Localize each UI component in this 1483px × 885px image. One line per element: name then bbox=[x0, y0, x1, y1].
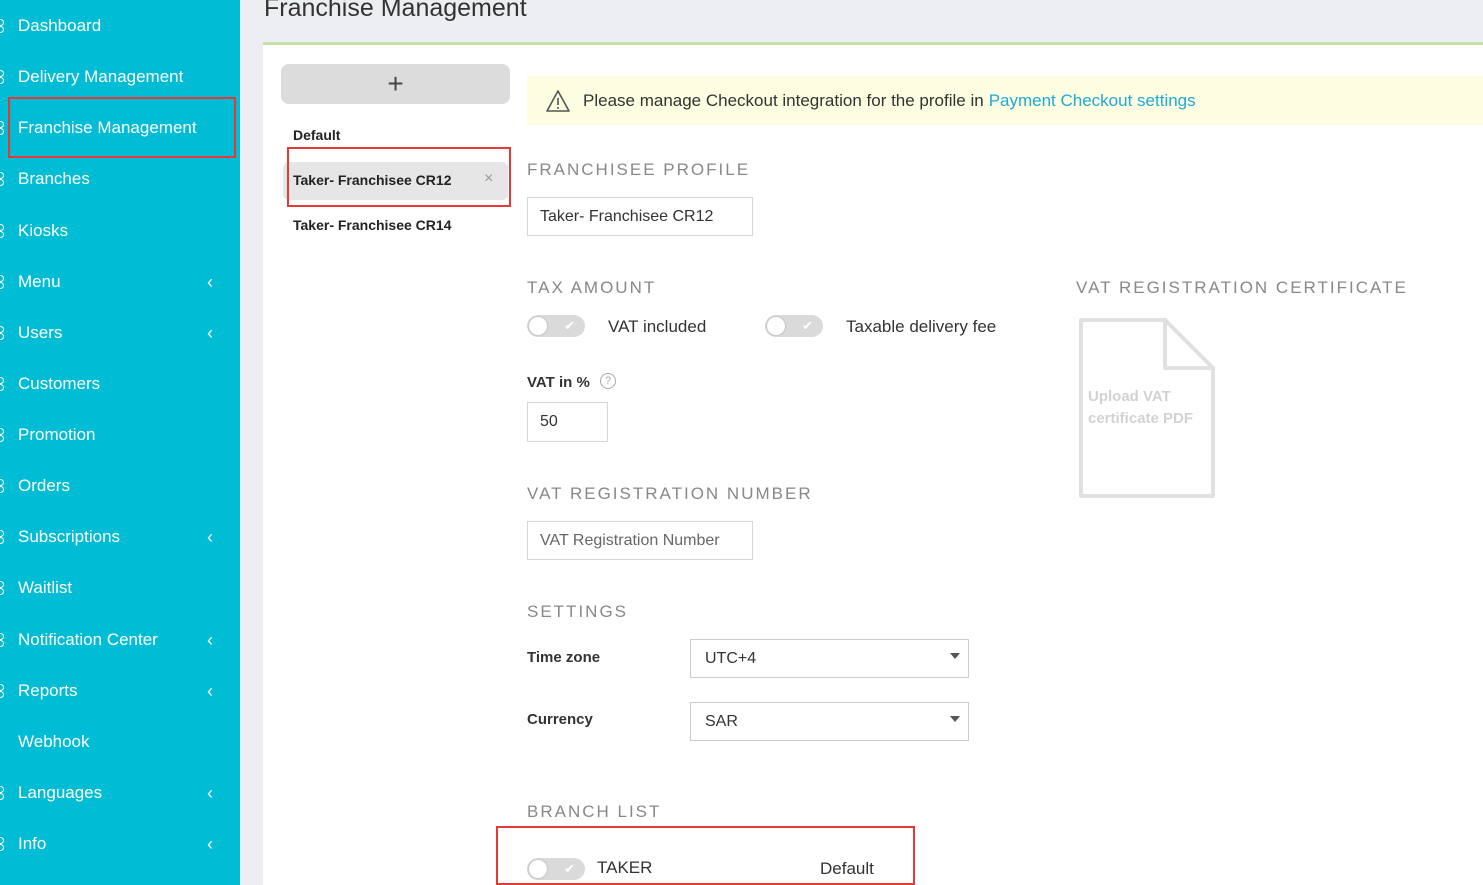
franchisee-profile-input[interactable]: Taker- Franchisee CR12 bbox=[527, 197, 753, 236]
section-heading-franchisee-profile: FRANCHISEE PROFILE bbox=[527, 160, 751, 179]
menu-bullet-icon bbox=[0, 530, 5, 544]
vat-registration-number-input[interactable]: VAT Registration Number bbox=[527, 521, 753, 560]
toggle-knob bbox=[767, 317, 785, 335]
vat-included-label: VAT included bbox=[608, 317, 707, 336]
currency-label: Currency bbox=[527, 711, 593, 728]
caret-down-icon bbox=[950, 716, 960, 722]
sidebar-item-kiosks[interactable]: Kiosks bbox=[0, 211, 240, 251]
upload-vat-certificate-text: Upload VAT certificate PDF bbox=[1088, 388, 1194, 427]
sidebar-item-reports[interactable]: Reports ‹ bbox=[0, 671, 240, 711]
menu-bullet-icon bbox=[0, 684, 5, 698]
taxable-delivery-fee-toggle[interactable]: ✔ bbox=[765, 315, 823, 337]
sidebar-item-promotion[interactable]: Promotion bbox=[0, 415, 240, 455]
sidebar-item-info[interactable]: Info ‹ bbox=[0, 824, 240, 864]
vat-included-toggle[interactable]: ✔ bbox=[527, 315, 585, 337]
add-profile-button[interactable]: + bbox=[281, 64, 510, 104]
sidebar-item-orders[interactable]: Orders bbox=[0, 466, 240, 506]
section-heading-tax-amount: TAX AMOUNT bbox=[527, 278, 657, 297]
sidebar-item-label: Webhook bbox=[18, 732, 90, 751]
chevron-left-icon: ‹ bbox=[207, 526, 213, 547]
payment-checkout-settings-link[interactable]: Payment Checkout settings bbox=[989, 91, 1196, 111]
menu-bullet-icon bbox=[0, 19, 5, 33]
check-icon: ✔ bbox=[564, 318, 575, 333]
sidebar-item-label: Languages bbox=[18, 783, 103, 802]
sidebar-item-label: Info bbox=[18, 834, 47, 853]
section-heading-branch-list: BRANCH LIST bbox=[527, 802, 662, 821]
timezone-select[interactable]: UTC+4 bbox=[690, 639, 969, 678]
sidebar-item-label: Notification Center bbox=[18, 630, 158, 649]
sidebar-item-waitlist[interactable]: Waitlist bbox=[0, 568, 240, 608]
sidebar-item-label: Orders bbox=[18, 476, 70, 495]
section-heading-vat-number: VAT REGISTRATION NUMBER bbox=[527, 484, 813, 503]
sidebar-item-branches[interactable]: Branches bbox=[0, 159, 240, 199]
page-title: Franchise Management bbox=[264, 0, 527, 22]
vat-percent-label: VAT in % bbox=[527, 374, 590, 391]
check-icon: ✔ bbox=[802, 318, 813, 333]
sidebar-item-label: Dashboard bbox=[18, 16, 102, 35]
menu-bullet-icon bbox=[0, 837, 5, 851]
menu-bullet-icon bbox=[0, 479, 5, 493]
vat-percent-input[interactable]: 50 bbox=[527, 402, 608, 442]
chevron-left-icon: ‹ bbox=[207, 629, 213, 650]
sidebar: Dashboard Delivery Management Franchise … bbox=[0, 0, 240, 885]
section-heading-settings: SETTINGS bbox=[527, 602, 629, 621]
currency-select[interactable]: SAR bbox=[690, 702, 969, 741]
caret-down-icon bbox=[950, 653, 960, 659]
sidebar-item-customers[interactable]: Customers bbox=[0, 364, 240, 404]
highlight-box bbox=[8, 97, 236, 158]
sidebar-item-label: Waitlist bbox=[18, 578, 73, 597]
menu-bullet-icon bbox=[0, 70, 5, 84]
sidebar-item-label: Menu bbox=[18, 272, 61, 291]
warning-icon bbox=[546, 89, 570, 112]
menu-bullet-icon bbox=[0, 428, 5, 442]
sidebar-item-label: Subscriptions bbox=[18, 527, 121, 546]
notice-text: Please manage Checkout integration for t… bbox=[583, 90, 984, 110]
menu-bullet-icon bbox=[0, 377, 5, 391]
highlight-box bbox=[496, 826, 915, 885]
profile-item-default[interactable]: Default bbox=[293, 127, 340, 143]
profile-item-cr14[interactable]: Taker- Franchisee CR14 bbox=[293, 217, 451, 233]
menu-bullet-icon bbox=[0, 224, 5, 238]
sidebar-item-users[interactable]: Users ‹ bbox=[0, 313, 240, 353]
chevron-left-icon: ‹ bbox=[207, 833, 213, 854]
chevron-left-icon: ‹ bbox=[207, 322, 213, 343]
highlight-box bbox=[287, 147, 511, 207]
menu-bullet-icon bbox=[0, 326, 5, 340]
menu-bullet-icon bbox=[0, 581, 5, 595]
checkout-notice: Please manage Checkout integration for t… bbox=[527, 76, 1483, 125]
timezone-value: UTC+4 bbox=[705, 649, 757, 667]
chevron-left-icon: ‹ bbox=[207, 680, 213, 701]
sidebar-item-label: Delivery Management bbox=[18, 67, 184, 86]
sidebar-item-delivery-management[interactable]: Delivery Management bbox=[0, 57, 240, 97]
main-area: Franchise Management bbox=[240, 0, 1483, 885]
sidebar-item-label: Users bbox=[18, 323, 63, 342]
menu-bullet-icon bbox=[0, 275, 5, 289]
sidebar-item-languages[interactable]: Languages ‹ bbox=[0, 773, 240, 813]
sidebar-item-dashboard[interactable]: Dashboard bbox=[0, 6, 240, 46]
menu-bullet-icon bbox=[0, 786, 5, 800]
sidebar-item-notification-center[interactable]: Notification Center ‹ bbox=[0, 620, 240, 660]
sidebar-item-label: Promotion bbox=[18, 425, 96, 444]
help-icon[interactable]: ? bbox=[600, 373, 616, 389]
menu-bullet-icon bbox=[0, 121, 5, 135]
sidebar-item-label: Reports bbox=[18, 681, 78, 700]
chevron-left-icon: ‹ bbox=[207, 271, 213, 292]
menu-bullet-icon bbox=[0, 172, 5, 186]
currency-value: SAR bbox=[705, 712, 738, 730]
sidebar-item-subscriptions[interactable]: Subscriptions ‹ bbox=[0, 517, 240, 557]
menu-bullet-icon bbox=[0, 633, 5, 647]
chevron-left-icon: ‹ bbox=[207, 782, 213, 803]
sidebar-item-webhook[interactable]: Webhook bbox=[0, 722, 240, 762]
sidebar-item-menu[interactable]: Menu ‹ bbox=[0, 262, 240, 302]
sidebar-item-label: Kiosks bbox=[18, 221, 69, 240]
sidebar-item-label: Branches bbox=[18, 169, 90, 188]
sidebar-item-label: Customers bbox=[18, 374, 101, 393]
section-heading-vat-certificate: VAT REGISTRATION CERTIFICATE bbox=[1076, 278, 1408, 297]
taxable-delivery-fee-label: Taxable delivery fee bbox=[846, 317, 997, 336]
timezone-label: Time zone bbox=[527, 649, 601, 666]
toggle-knob bbox=[529, 317, 547, 335]
